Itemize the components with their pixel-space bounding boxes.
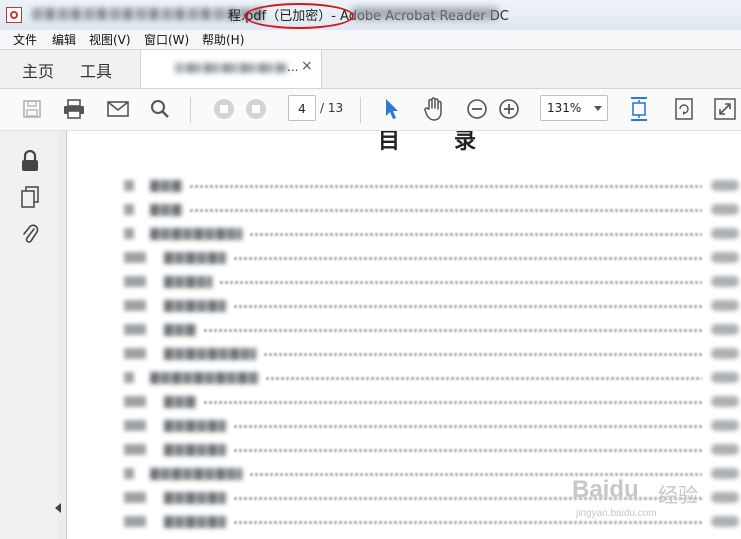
zoom-level-value: 131%: [547, 101, 582, 115]
close-tab-icon[interactable]: ×: [301, 58, 313, 74]
watermark-brand: Baidu: [572, 476, 639, 503]
menu-help[interactable]: 帮助(H): [202, 31, 244, 48]
lock-icon[interactable]: [18, 149, 42, 173]
acrobat-app-icon: [6, 7, 22, 23]
left-navigation-panel: [0, 131, 59, 539]
tab-document[interactable]: ... ×: [140, 50, 322, 88]
paperclip-icon[interactable]: [18, 221, 42, 245]
select-cursor-icon[interactable]: [380, 97, 404, 121]
toc-entry: [68, 299, 741, 313]
toc-heading: 目录: [378, 131, 531, 154]
zoom-in-icon[interactable]: [497, 97, 521, 121]
toc-entry: [68, 395, 741, 409]
rotate-icon[interactable]: [672, 97, 696, 121]
encrypted-annotation-circle: [244, 3, 354, 29]
pages-icon[interactable]: [18, 185, 42, 209]
tab-tools[interactable]: 工具: [80, 58, 112, 82]
search-icon[interactable]: [148, 97, 172, 121]
tab-bar: 主页 工具 ... ×: [0, 50, 741, 89]
prev-page-icon[interactable]: [212, 97, 236, 121]
blurred-app-name: [352, 7, 498, 20]
save-icon[interactable]: [20, 97, 44, 121]
blurred-tab-title: [175, 63, 287, 73]
menu-view[interactable]: 视图(V): [89, 31, 131, 48]
toc-entry: [68, 347, 741, 361]
toolbar-divider: [360, 97, 361, 123]
next-page-icon[interactable]: [244, 97, 268, 121]
toc-entry: [68, 275, 741, 289]
watermark-url: jingyan.baidu.com: [576, 508, 657, 519]
email-icon[interactable]: [106, 97, 130, 121]
toc-entry: [68, 443, 741, 457]
tab-title-ellipsis: ...: [287, 60, 299, 74]
window-title-bar: 程.pdf（已加密）- Adobe Acrobat Reader DC: [0, 0, 741, 31]
toolbar-divider: [190, 97, 191, 123]
toc-entry: [68, 371, 741, 385]
panel-splitter[interactable]: [58, 131, 67, 539]
page-total: / 13: [320, 101, 344, 115]
baidu-jingyan-watermark: Baidu 经验 jingyan.baidu.com: [568, 468, 738, 528]
page-number-input[interactable]: 4: [288, 95, 316, 121]
print-icon[interactable]: [62, 97, 86, 121]
toc-entry: [68, 323, 741, 337]
zoom-level-select[interactable]: 131%: [540, 95, 608, 121]
toc-entry: [68, 419, 741, 433]
toc-entry: [68, 179, 741, 193]
toc-entry: [68, 251, 741, 265]
menu-edit[interactable]: 编辑: [52, 31, 76, 48]
zoom-out-icon[interactable]: [465, 97, 489, 121]
menu-window[interactable]: 窗口(W): [144, 31, 189, 48]
watermark-cn: 经验: [658, 483, 698, 507]
chevron-down-icon: [594, 106, 602, 111]
fit-page-icon[interactable]: [627, 97, 651, 121]
menu-bar: 文件 编辑 视图(V) 窗口(W) 帮助(H): [0, 30, 741, 50]
collapse-panel-icon[interactable]: [55, 503, 61, 513]
fullscreen-icon[interactable]: [713, 97, 737, 121]
tab-home[interactable]: 主页: [22, 58, 54, 82]
menu-file[interactable]: 文件: [13, 31, 37, 48]
main-toolbar: 4 / 13 131%: [0, 89, 741, 131]
toc-entry: [68, 227, 741, 241]
hand-tool-icon[interactable]: [422, 97, 446, 121]
toc-entry: [68, 203, 741, 217]
